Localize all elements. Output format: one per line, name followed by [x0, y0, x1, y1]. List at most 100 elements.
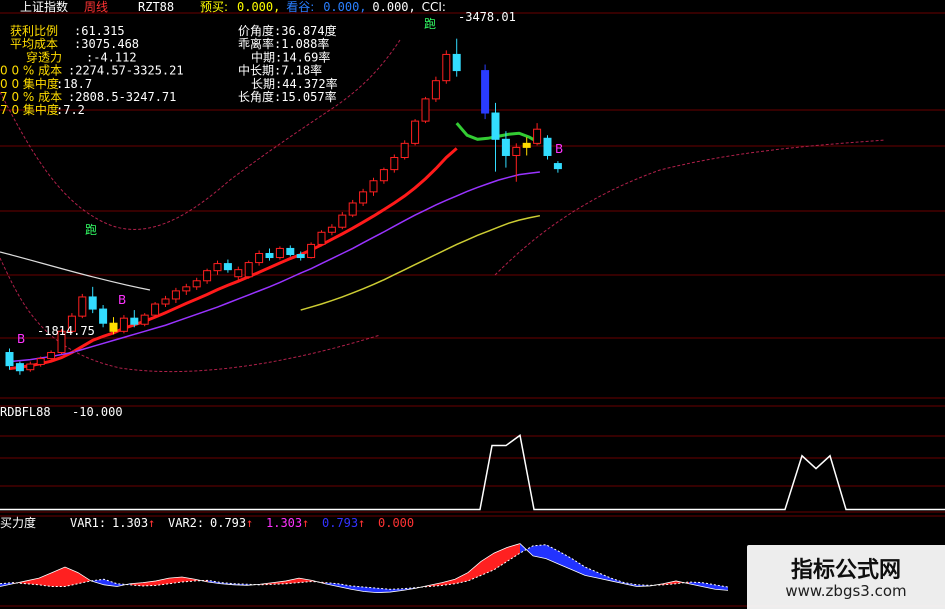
buy-signal-b: B	[17, 332, 25, 346]
candle-body	[5, 352, 14, 367]
buy-signal-b: B	[555, 142, 563, 156]
candle-body	[442, 53, 451, 82]
header-item-value: 0.000,	[237, 0, 280, 14]
ma-line	[300, 214, 541, 311]
angle-stat-value: :1.088率	[274, 36, 329, 51]
candle-body	[213, 263, 222, 272]
candle-body	[36, 358, 45, 365]
candle-body	[151, 303, 160, 316]
chip-stat-value: :3075.468	[74, 37, 139, 51]
angle-stat-label: 中期	[251, 49, 275, 64]
buy-power-fill	[338, 583, 351, 590]
angle-stat-label: 价角度	[238, 23, 274, 38]
chip-stat-label: 穿透力	[26, 49, 62, 64]
watermark-site-name: 指标公式网	[790, 558, 901, 583]
candle-body	[244, 262, 253, 278]
candle-body	[369, 180, 378, 193]
legend-value: 0.793	[322, 516, 358, 530]
chip-stat-value: :18.7	[56, 77, 92, 91]
candle-body	[359, 191, 368, 204]
angle-stat-value: :44.372率	[275, 76, 338, 91]
candle-body	[223, 263, 232, 271]
sell-signal-run: 跑	[85, 223, 97, 237]
candle-body	[119, 317, 128, 332]
candle-body	[140, 314, 149, 325]
period-label: 周线	[84, 0, 108, 14]
candle-body	[88, 296, 97, 310]
candle-body	[522, 142, 531, 148]
candle-body	[533, 128, 542, 144]
legend-name: VAR1:	[70, 516, 106, 530]
candle-body	[26, 363, 35, 371]
candle-body	[501, 138, 510, 156]
candle-body	[491, 112, 500, 140]
candle-body	[317, 231, 326, 245]
candle-body	[47, 352, 56, 360]
angle-stat-value: :15.057率	[274, 89, 337, 104]
candle-body	[182, 286, 191, 292]
candle-body	[234, 269, 243, 278]
chip-stats-left: 获利比例:61.315 平均成本:3075.468 穿透力:-4.112 0 0 % …	[0, 24, 184, 117]
legend-arrow: ↑	[148, 516, 155, 530]
buy-power-area	[0, 543, 729, 594]
low-price-label: -1814.75	[37, 324, 95, 338]
buy-power-fill	[507, 543, 520, 562]
candle-body	[275, 247, 284, 259]
candle-body	[192, 280, 201, 288]
buy-power-fill	[286, 578, 299, 584]
var1-line	[0, 543, 729, 594]
legend-value: 1.303	[112, 516, 148, 530]
angle-stat-label: 中长期	[238, 63, 274, 78]
candle-body	[203, 270, 212, 282]
buy-power-title: 买力度	[0, 515, 36, 530]
candle-body	[338, 214, 347, 228]
rdbfl-polyline	[0, 434, 945, 511]
candle-body	[296, 254, 305, 259]
angle-stats-right: 价角度:36.874度乖离率:1.088率中期:14.69率中长期:7.18率长…	[238, 23, 338, 104]
site-watermark: 指标公式网 www.zbgs3.com	[747, 545, 945, 609]
legend-arrow: ↑	[358, 516, 365, 530]
candle-body	[161, 298, 170, 305]
angle-stat-label: 长期	[251, 77, 275, 91]
candle-body	[390, 156, 399, 171]
rdbfl-title: RDBFL88	[0, 405, 51, 419]
legend-arrow: ↑	[302, 516, 309, 530]
candle-body	[452, 53, 461, 72]
candle-body	[421, 98, 430, 122]
chip-stat-value: :7.2	[56, 103, 85, 117]
header-item-label: 预买:	[200, 0, 228, 14]
chip-stat-label: 0 0 集中度	[0, 76, 59, 91]
buy-signal-b: B	[118, 293, 126, 307]
watermark-url: www.zbgs3.com	[785, 582, 907, 600]
candle-body	[286, 247, 295, 256]
buy-power-fill	[39, 572, 52, 587]
angle-stat-value: :7.18率	[274, 63, 322, 78]
chip-stat-value: :2808.5-3247.71	[68, 90, 176, 104]
buy-power-fill	[481, 553, 494, 576]
legend-value: 0.793	[210, 516, 246, 530]
candle-body	[512, 146, 521, 156]
angle-stat-value: :14.69率	[275, 49, 330, 64]
rdbfl-line	[0, 434, 945, 511]
chip-stat-value: :-4.112	[86, 50, 137, 64]
header-item-value: 0.000,	[323, 0, 366, 14]
legend-value: 0.000	[378, 516, 414, 530]
chip-stat-label: 获利比例	[10, 24, 58, 38]
chip-stat-label: 0 0 % 成本	[0, 64, 62, 78]
angle-stat-label: 乖离率	[238, 36, 274, 51]
candle-body	[307, 243, 316, 259]
angle-stat-label: 长角度	[238, 89, 274, 104]
chip-stat-value: :2274.57-3325.21	[68, 64, 184, 78]
stock-chart: -3478.01-1814.75BBB跑跑 上证指数 周线 RZT88 预买: 0…	[0, 0, 945, 607]
header-item-label: 看谷:	[286, 0, 314, 14]
legend-name: VAR2:	[168, 516, 204, 530]
header-item-label: CCI:	[422, 0, 446, 14]
sell-signal-run: 跑	[424, 17, 436, 31]
candle-body	[255, 252, 264, 264]
rdbfl-value: -10.000	[72, 405, 123, 419]
high-price-label: -3478.01	[458, 10, 516, 24]
candle-body	[553, 163, 562, 170]
angle-stat-value: :36.874度	[274, 23, 337, 38]
header-item-value: 0.000,	[372, 0, 415, 14]
candle-body	[15, 363, 24, 372]
